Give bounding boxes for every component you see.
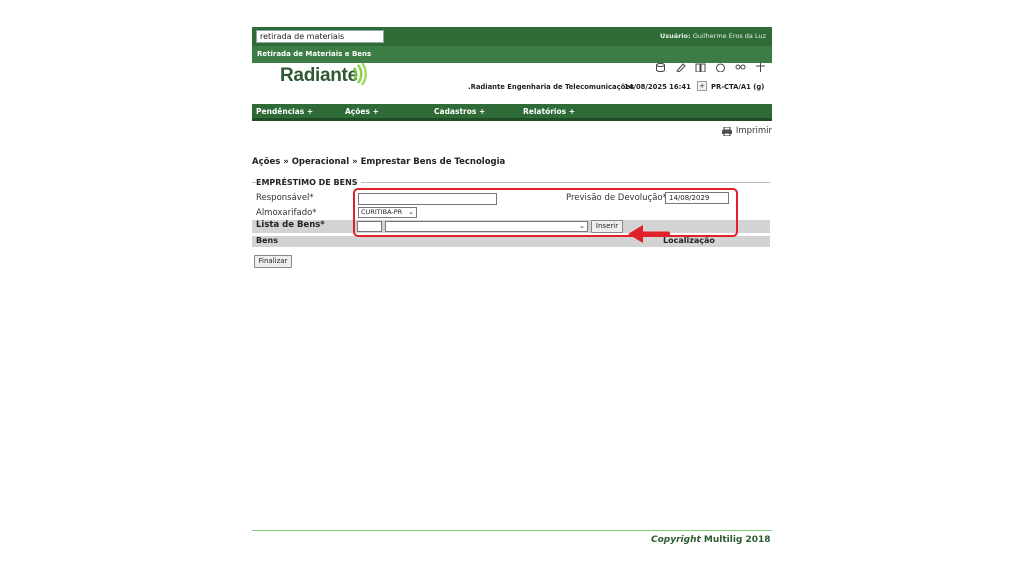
user-label: Usuário:	[659, 32, 691, 40]
scale-icon[interactable]	[755, 63, 766, 72]
nav-relatorios[interactable]: Relatórios +	[519, 104, 608, 118]
user-name: Guilherme Eros da Luz	[692, 32, 766, 40]
almoxarifado-label: Almoxarifado*	[256, 208, 317, 218]
print-link[interactable]: Imprimir	[721, 126, 772, 136]
company-name: .Radiante Engenharia de Telecomunicações	[468, 83, 634, 91]
user-info: Usuário: Guilherme Eros da Luz	[660, 32, 766, 40]
footer-divider	[252, 530, 772, 531]
nav-cadastros[interactable]: Cadastros +	[430, 104, 519, 118]
database-icon[interactable]	[655, 63, 666, 72]
lista-bens-label: Lista de Bens*	[256, 220, 325, 230]
finalizar-button[interactable]: Finalizar	[254, 255, 292, 268]
unit-expand-button[interactable]: +	[697, 81, 707, 91]
unit-label: PR-CTA/A1 (g)	[711, 83, 765, 91]
copyright-rest: Multilig 2018	[700, 535, 771, 545]
main-nav: Pendências + Ações + Cadastros + Relatór…	[252, 104, 772, 121]
logo-text: Radiante	[280, 65, 358, 86]
section-title: EMPRÉSTIMO DE BENS	[256, 178, 361, 187]
book-icon[interactable]	[695, 63, 706, 72]
nav-pendencias[interactable]: Pendências +	[252, 104, 341, 118]
nav-acoes[interactable]: Ações +	[341, 104, 430, 118]
printer-icon	[721, 126, 732, 136]
print-label: Imprimir	[735, 126, 772, 136]
app-container: retirada de materiais Usuário: Guilherme…	[252, 27, 772, 268]
col-localizacao: Localização	[663, 236, 715, 245]
responsavel-label: Responsável*	[256, 193, 314, 203]
page-subtitle: Retirada de Materiais e Bens	[257, 50, 372, 58]
datetime: 14/08/2025 16:41	[624, 83, 691, 91]
top-bar: retirada de materiais Usuário: Guilherme…	[252, 27, 772, 46]
page-subtitle-bar: Retirada de Materiais e Bens	[252, 46, 772, 63]
copyright: Copyright Multilig 2018	[651, 535, 771, 545]
copyright-word: Copyright	[651, 535, 701, 545]
info-icon[interactable]	[715, 63, 726, 72]
annotation-highlight-box	[353, 188, 738, 237]
signal-arcs-icon	[352, 63, 367, 85]
search-input[interactable]: retirada de materiais	[256, 30, 384, 43]
pencil-icon[interactable]	[675, 63, 686, 72]
col-bens: Bens	[256, 236, 278, 245]
annotation-arrow-icon	[628, 225, 670, 243]
people-icon[interactable]	[735, 63, 746, 72]
breadcrumb: Ações » Operacional » Emprestar Bens de …	[252, 157, 506, 167]
header-icons	[655, 63, 766, 72]
header: Radiante .Radiante Engenharia de Telecom…	[252, 63, 772, 104]
